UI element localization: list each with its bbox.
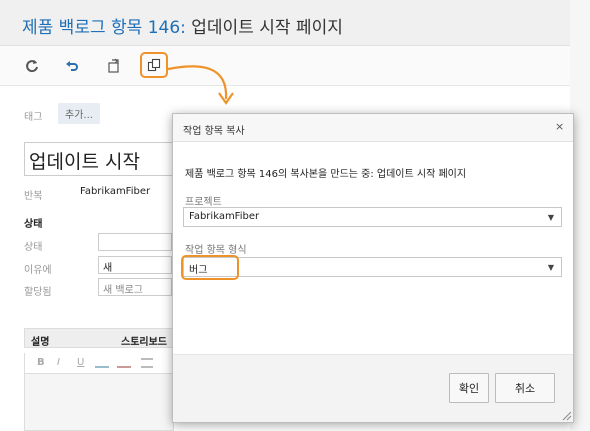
list-icon[interactable] [141,358,153,368]
dialog-title: 작업 항목 복사 [183,126,245,137]
tag-label: 태그 [24,112,43,123]
reason-field[interactable]: 새 [98,256,172,274]
project-select-value: FabrikamFiber [189,211,260,222]
title-bar: 제품 백로그 항목 146: 업데이트 시작 페이지 [0,0,590,46]
bold-icon[interactable]: B [37,357,45,368]
iteration-label: 반복 [24,191,43,202]
work-item-title-text: 업데이트 시작 페이지 [191,18,343,38]
callout-arrow [167,65,234,105]
title-field[interactable]: 업데이트 시작 [24,142,174,176]
refresh-icon[interactable] [22,56,42,76]
toolbar [0,46,590,86]
cancel-button[interactable]: 취소 [495,373,555,403]
description-editor[interactable] [24,373,174,431]
undo-icon[interactable] [62,56,82,76]
chevron-down-icon: ▼ [547,263,554,272]
copy-work-item-dialog: 작업 항목 복사 × 제품 백로그 항목 146의 복사본을 만드는 중: 업데… [172,113,574,423]
work-item-title: 제품 백로그 항목 146: 업데이트 시작 페이지 [22,13,343,38]
state-label: 상태 [24,242,43,253]
status-heading: 상태 [24,219,43,230]
chevron-down-icon: ▼ [547,213,554,222]
state-field[interactable] [98,233,172,251]
work-item-title-link[interactable]: 제품 백로그 항목 146: [22,18,186,38]
ok-button[interactable]: 확인 [449,373,489,403]
italic-icon[interactable]: I [57,357,60,368]
underline-icon[interactable]: U [77,357,84,368]
dialog-header: 작업 항목 복사 × [173,114,573,142]
assigned-label: 할당됨 [24,287,52,298]
highlight-icon[interactable] [95,358,109,368]
resize-grip-icon[interactable] [561,410,572,421]
iteration-field[interactable]: FabrikamFiber [76,184,172,202]
font-color-icon[interactable] [117,358,131,368]
project-select[interactable]: FabrikamFiber ▼ [183,207,562,227]
work-item-type-label: 작업 항목 형식 [185,245,247,256]
reason-label: 이유에 [24,265,52,276]
close-icon[interactable]: × [555,120,564,133]
dialog-description: 제품 백로그 항목 146의 복사본을 만드는 중: 업데이트 시작 페이지 [185,169,467,180]
work-item-type-select[interactable]: 버그 ▼ [183,257,562,277]
assigned-field[interactable]: 새 백로그 [98,278,172,296]
add-tag-button[interactable]: 추가... [58,103,100,124]
rich-text-toolbar: B I U [24,353,174,373]
type-callout-highlight [181,255,239,280]
project-label: 프로젝트 [185,197,222,208]
tab-storyboard[interactable]: 스토리보드 [121,333,167,348]
tab-description[interactable]: 설명 [31,333,49,348]
dialog-footer: 확인 취소 [173,354,573,422]
copy-clone-icon[interactable] [104,56,124,76]
